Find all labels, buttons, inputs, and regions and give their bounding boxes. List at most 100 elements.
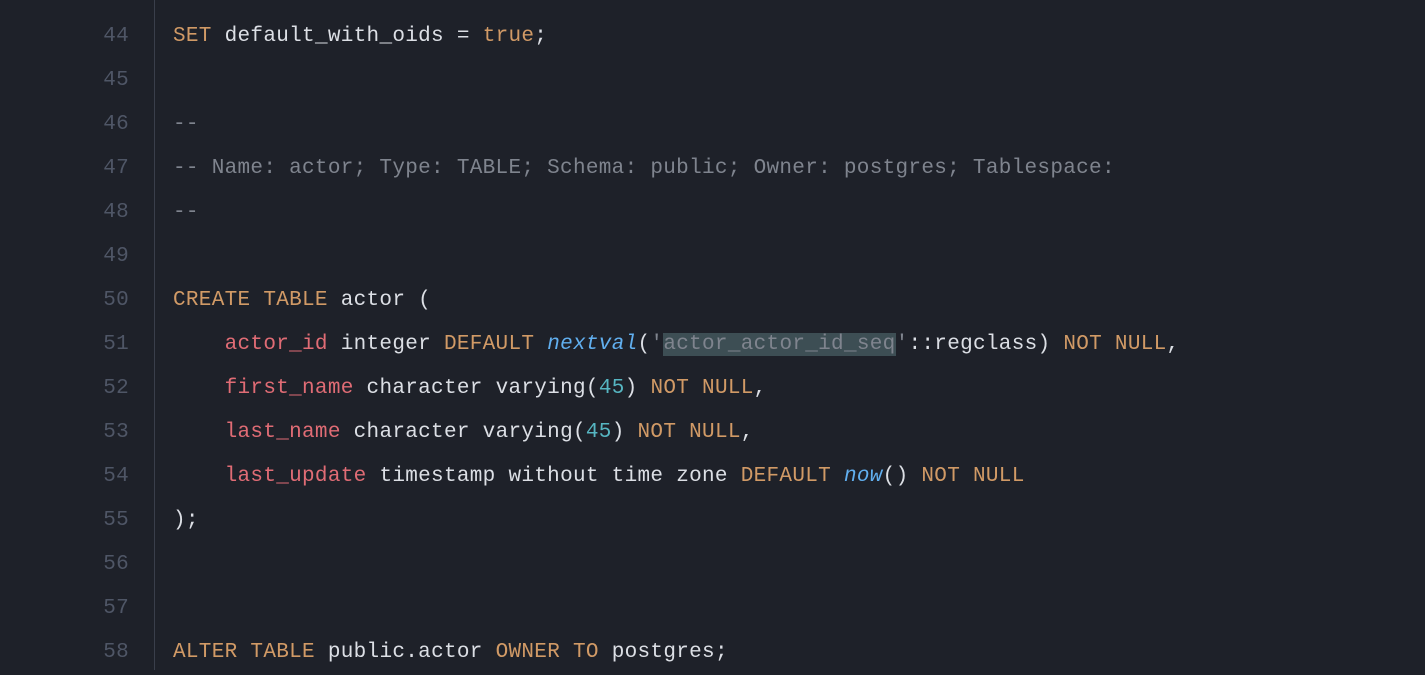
line-number: 47	[0, 147, 129, 191]
code-token: (	[418, 289, 431, 312]
code-token: varying	[496, 377, 586, 400]
line-number: 53	[0, 411, 129, 455]
code-token: '	[896, 333, 909, 356]
code-token: actor	[418, 641, 483, 664]
code-line[interactable]	[173, 587, 1425, 631]
code-token: varying	[483, 421, 573, 444]
code-token	[534, 333, 547, 356]
code-token	[638, 377, 651, 400]
code-token: NOT NULL	[638, 421, 741, 444]
code-editor[interactable]: 444546474849505152535455565758 SET defau…	[0, 0, 1425, 670]
line-number: 48	[0, 191, 129, 235]
code-token: SET	[173, 25, 212, 48]
code-token	[483, 641, 496, 664]
line-number: 44	[0, 15, 129, 59]
code-token: ,	[1167, 333, 1180, 356]
line-number: 58	[0, 631, 129, 675]
code-token: character	[354, 377, 496, 400]
code-token	[173, 465, 225, 488]
code-token	[625, 421, 638, 444]
code-token: .	[405, 641, 418, 664]
code-line[interactable]: );	[173, 499, 1425, 543]
code-token: OWNER TO	[496, 641, 599, 664]
code-token	[173, 421, 225, 444]
line-number: 56	[0, 543, 129, 587]
code-token: public	[315, 641, 405, 664]
code-token: ,	[741, 421, 754, 444]
code-token: DEFAULT	[444, 333, 534, 356]
code-token: --	[173, 201, 199, 224]
code-token: ;	[534, 25, 547, 48]
code-token: NOT NULL	[1063, 333, 1166, 356]
code-line[interactable]	[173, 59, 1425, 103]
code-line[interactable]: ALTER TABLE public.actor OWNER TO postgr…	[173, 631, 1425, 670]
line-number: 57	[0, 587, 129, 631]
line-number: 49	[0, 235, 129, 279]
code-token: ()	[883, 465, 909, 488]
code-token	[444, 25, 457, 48]
code-token: (	[586, 377, 599, 400]
code-token: CREATE TABLE	[173, 289, 328, 312]
code-token: ALTER TABLE	[173, 641, 315, 664]
code-line[interactable]: first_name character varying(45) NOT NUL…	[173, 367, 1425, 411]
code-line[interactable]: SET default_with_oids = true;	[173, 15, 1425, 59]
code-token: true	[483, 25, 535, 48]
code-token	[908, 465, 921, 488]
code-token: )	[625, 377, 638, 400]
code-line[interactable]: --	[173, 191, 1425, 235]
line-number: 55	[0, 499, 129, 543]
code-token: default_with_oids	[225, 25, 444, 48]
code-token: 45	[586, 421, 612, 444]
code-token: (	[638, 333, 651, 356]
code-token: NOT NULL	[650, 377, 753, 400]
code-token: first_name	[225, 377, 354, 400]
code-token: actor_id	[225, 333, 328, 356]
code-line[interactable]: --	[173, 103, 1425, 147]
code-token: -- Name: actor; Type: TABLE; Schema: pub…	[173, 157, 1115, 180]
code-token	[173, 333, 225, 356]
code-line[interactable]: last_name character varying(45) NOT NULL…	[173, 411, 1425, 455]
code-line[interactable]: actor_id integer DEFAULT nextval('actor_…	[173, 323, 1425, 367]
code-token	[1050, 333, 1063, 356]
code-token: --	[173, 113, 199, 136]
code-token	[212, 25, 225, 48]
code-token: ;	[715, 641, 728, 664]
code-token	[173, 377, 225, 400]
code-line[interactable]: last_update timestamp without time zone …	[173, 455, 1425, 499]
code-token: DEFAULT	[741, 465, 831, 488]
code-token: 45	[599, 377, 625, 400]
line-number: 51	[0, 323, 129, 367]
code-token: )	[1038, 333, 1051, 356]
code-area[interactable]: SET default_with_oids = true; -- -- Name: …	[155, 0, 1425, 670]
code-token: timestamp without time zone	[367, 465, 741, 488]
line-number: 54	[0, 455, 129, 499]
code-token: (	[573, 421, 586, 444]
line-number-gutter: 444546474849505152535455565758	[0, 0, 155, 670]
line-number: 45	[0, 59, 129, 103]
code-token: );	[173, 509, 199, 532]
code-token: character	[341, 421, 483, 444]
code-token	[831, 465, 844, 488]
code-token: ,	[754, 377, 767, 400]
code-token: actor	[328, 289, 418, 312]
code-token: )	[612, 421, 625, 444]
code-token: now	[844, 465, 883, 488]
code-token	[470, 25, 483, 48]
code-token: nextval	[547, 333, 637, 356]
line-number: 46	[0, 103, 129, 147]
code-token: actor_actor_id_seq	[663, 333, 895, 356]
code-token: =	[457, 25, 470, 48]
code-line[interactable]: CREATE TABLE actor (	[173, 279, 1425, 323]
code-token: NOT NULL	[921, 465, 1024, 488]
code-token: '	[650, 333, 663, 356]
code-line[interactable]	[173, 235, 1425, 279]
line-number: 52	[0, 367, 129, 411]
code-line[interactable]: -- Name: actor; Type: TABLE; Schema: pub…	[173, 147, 1425, 191]
code-line[interactable]	[173, 543, 1425, 587]
code-token: postgres	[599, 641, 715, 664]
line-number: 50	[0, 279, 129, 323]
code-token: integer	[328, 333, 444, 356]
code-token: last_name	[225, 421, 341, 444]
code-token: ::regclass	[908, 333, 1037, 356]
code-token: last_update	[225, 465, 367, 488]
